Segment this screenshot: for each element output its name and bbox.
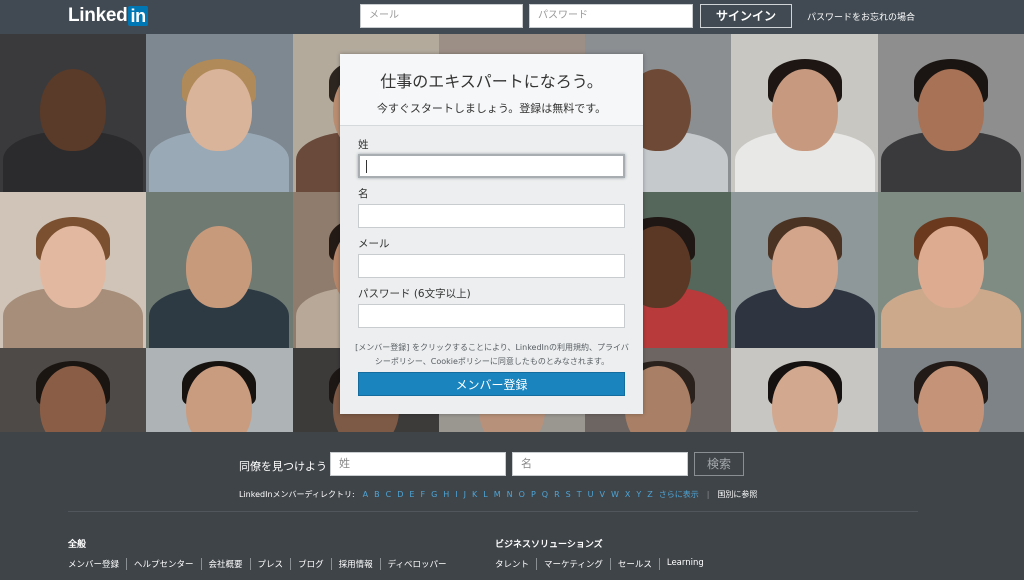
header-email-input[interactable]: メール <box>360 4 523 28</box>
directory-separator: | <box>706 490 710 499</box>
general-footer-link[interactable]: ブログ <box>290 558 331 570</box>
signup-subtitle: 今すぐスタートしましょう。登録は無料です。 <box>376 102 607 115</box>
directory-letter-d[interactable]: D <box>397 490 403 499</box>
footer-divider <box>68 511 918 512</box>
password-label: パスワード (6文字以上) <box>358 288 471 300</box>
member-photo <box>0 192 147 348</box>
directory-letter-j[interactable]: J <box>464 490 466 499</box>
directory-letter-h[interactable]: H <box>443 490 449 499</box>
last-name-input[interactable] <box>358 154 625 178</box>
footer-section: 同僚を見つけよう 姓 名 検索 LinkedInメンバーディレクトリ: ABCD… <box>0 432 1024 580</box>
find-last-name-input[interactable]: 姓 <box>330 452 506 476</box>
member-photo <box>146 348 293 432</box>
find-first-name-input[interactable]: 名 <box>512 452 688 476</box>
directory-letter-y[interactable]: Y <box>636 490 641 499</box>
header-password-input[interactable]: パスワード <box>529 4 693 28</box>
directory-letter-t[interactable]: T <box>577 490 582 499</box>
member-photo <box>146 34 293 192</box>
directory-letter-b[interactable]: B <box>374 490 380 499</box>
business-heading: ビジネスソリューションズ <box>495 540 603 550</box>
directory-letter-f[interactable]: F <box>420 490 425 499</box>
member-photo <box>0 348 147 432</box>
join-button[interactable]: メンバー登録 <box>358 372 625 396</box>
directory-letters: ABCDEFGHIJKLMNOPQRSTUVWXYZ <box>363 490 659 499</box>
general-footer-link[interactable]: 採用情報 <box>330 558 380 570</box>
directory-label: LinkedInメンバーディレクトリ: <box>239 490 355 499</box>
directory-letter-s[interactable]: S <box>566 490 571 499</box>
member-photo <box>877 34 1024 192</box>
member-photo <box>731 34 878 192</box>
directory-letter-r[interactable]: R <box>554 490 560 499</box>
logo-in-badge: in <box>128 6 148 26</box>
email-label: メール <box>358 238 390 250</box>
signin-button[interactable]: サインイン <box>700 4 792 28</box>
signup-card: 仕事のエキスパートになろう。 今すぐスタートしましょう。登録は無料です。 姓 名… <box>340 54 643 414</box>
last-name-label: 姓 <box>358 139 369 151</box>
directory-letter-z[interactable]: Z <box>647 490 652 499</box>
directory-letter-v[interactable]: V <box>599 490 604 499</box>
first-name-input[interactable] <box>358 204 625 228</box>
find-colleagues-label: 同僚を見つけよう <box>239 460 327 473</box>
first-name-label: 名 <box>358 188 369 200</box>
member-photo <box>877 348 1024 432</box>
directory-more-link[interactable]: さらに表示 <box>659 489 699 500</box>
email-input[interactable] <box>358 254 625 278</box>
member-photo <box>731 192 878 348</box>
business-footer-link[interactable]: タレント <box>495 558 536 570</box>
business-footer-link[interactable]: Learning <box>658 558 711 570</box>
business-links: タレント マーケティング セールス Learning <box>495 558 711 570</box>
general-heading: 全般 <box>68 540 87 550</box>
directory-letter-w[interactable]: W <box>611 490 619 499</box>
directory-letter-x[interactable]: X <box>625 490 630 499</box>
directory-letter-u[interactable]: U <box>588 490 594 499</box>
business-footer-link[interactable]: セールス <box>609 558 659 570</box>
terms-notice: [メンバー登録] をクリックすることにより、LinkedInの利用規約、プライバ… <box>355 343 629 366</box>
forgot-password-link[interactable]: パスワードをお忘れの場合 <box>807 10 915 23</box>
top-nav-bar: Linked in メール パスワード サインイン パスワードをお忘れの場合 <box>0 0 1024 34</box>
linkedin-logo[interactable]: Linked in <box>68 5 148 27</box>
member-photo <box>731 348 878 432</box>
general-footer-link[interactable]: ヘルプセンター <box>126 558 201 570</box>
general-links: メンバー登録 ヘルプセンター 会社概要 プレス ブログ 採用情報 ディベロッパー <box>68 558 454 570</box>
text-caret <box>366 160 367 173</box>
general-footer-link[interactable]: ディベロッパー <box>379 558 454 570</box>
general-footer-link[interactable]: 会社概要 <box>200 558 250 570</box>
member-directory: LinkedInメンバーディレクトリ: ABCDEFGHIJKLMNOPQRST… <box>239 489 757 500</box>
member-photo <box>146 192 293 348</box>
directory-letter-q[interactable]: Q <box>542 490 548 499</box>
directory-letter-g[interactable]: G <box>431 490 437 499</box>
directory-letter-l[interactable]: L <box>483 490 487 499</box>
directory-letter-a[interactable]: A <box>363 490 368 499</box>
general-footer-link[interactable]: メンバー登録 <box>68 558 126 570</box>
directory-letter-n[interactable]: N <box>507 490 513 499</box>
logo-text: Linked <box>68 5 128 26</box>
search-button[interactable]: 検索 <box>694 452 744 476</box>
password-input[interactable] <box>358 304 625 328</box>
directory-letter-e[interactable]: E <box>409 490 414 499</box>
directory-letter-c[interactable]: C <box>386 490 392 499</box>
directory-letter-k[interactable]: K <box>472 490 477 499</box>
directory-letter-i[interactable]: I <box>455 490 457 499</box>
directory-letter-m[interactable]: M <box>494 490 501 499</box>
browse-by-country-link[interactable]: 国別に参照 <box>717 489 757 500</box>
directory-letter-o[interactable]: O <box>519 490 525 499</box>
member-photo <box>0 34 147 192</box>
directory-letter-p[interactable]: P <box>531 490 536 499</box>
business-footer-link[interactable]: マーケティング <box>536 558 610 570</box>
signup-title: 仕事のエキスパートになろう。 <box>380 72 603 91</box>
general-footer-link[interactable]: プレス <box>249 558 291 570</box>
member-photo <box>877 192 1024 348</box>
signup-card-header: 仕事のエキスパートになろう。 今すぐスタートしましょう。登録は無料です。 <box>340 54 643 126</box>
